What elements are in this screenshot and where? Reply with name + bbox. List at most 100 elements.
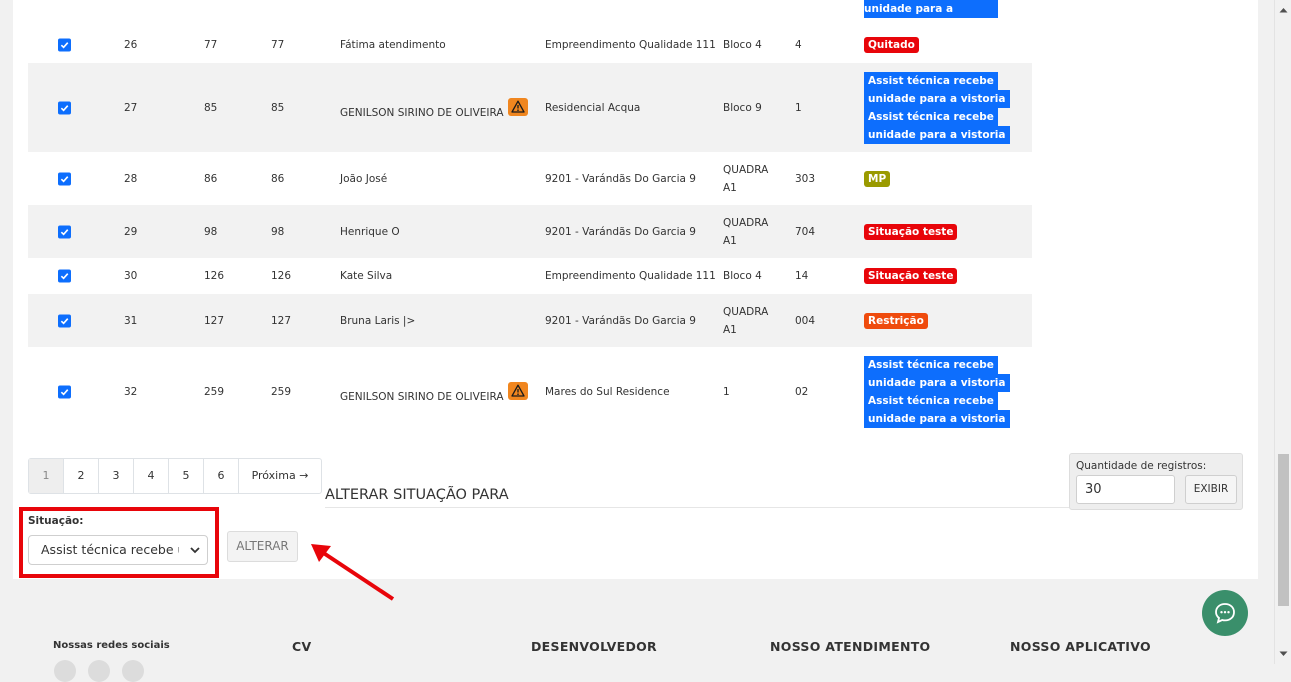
bloco-line: QUADRA	[723, 216, 769, 229]
status-badge-line: Assist técnica recebe	[864, 107, 998, 126]
cell-empreendimento: Mares do Sul Residence	[545, 385, 670, 398]
social-icon[interactable]	[54, 660, 76, 682]
cell-code-a: 86	[204, 172, 218, 185]
cell-bloco: 1	[723, 385, 730, 398]
cell-code-b: 86	[271, 172, 285, 185]
page-next-link[interactable]: Próxima →	[239, 459, 321, 493]
warning-icon[interactable]	[507, 382, 528, 400]
cell-code-b: 126	[271, 270, 292, 282]
warning-icon[interactable]	[507, 98, 528, 116]
cell-id: 27	[124, 101, 138, 114]
cell-empreendimento: Residencial Acqua	[545, 101, 641, 114]
page-link-3[interactable]: 3	[99, 459, 134, 493]
cell-bloco: Bloco 4	[723, 39, 762, 51]
cell-client-name: Bruna Laris |>	[340, 314, 416, 327]
records-per-page-box: Quantidade de registros: 30 EXIBIR	[1069, 453, 1243, 510]
status-badge-line: unidade para a vistoria	[864, 89, 1010, 108]
table-row: 28 86 86 João José 9201 - Varándãs Do Ga…	[28, 152, 1032, 205]
cell-empreendimento: Empreendimento Qualidade 111	[545, 39, 716, 51]
page-link-6[interactable]: 6	[204, 459, 239, 493]
chat-icon[interactable]	[1202, 590, 1248, 636]
client-name-text: GENILSON SIRINO DE OLIVEIRA	[340, 391, 504, 403]
footer-dev-heading: DESENVOLVEDOR	[531, 639, 657, 654]
vertical-scrollbar[interactable]	[1274, 0, 1291, 664]
situacao-select[interactable]: Assist técnica recebe unidade para a vis…	[28, 535, 208, 565]
client-name-text: GENILSON SIRINO DE OLIVEIRA	[340, 107, 504, 119]
cell-unidade: 004	[795, 314, 816, 327]
status-badge-line: unidade para a vistoria	[864, 125, 1010, 144]
cell-code-b: 98	[271, 225, 285, 238]
row-checkbox[interactable]	[58, 225, 71, 238]
cell-code-b: 77	[271, 39, 285, 51]
row-checkbox[interactable]	[58, 101, 71, 114]
chevron-down-icon	[190, 547, 200, 554]
cell-code-a: 259	[204, 385, 225, 398]
cell-client-name: GENILSON SIRINO DE OLIVEIRA	[340, 98, 528, 119]
status-badge: MP	[864, 170, 891, 187]
row-checkbox[interactable]	[58, 385, 71, 398]
cell-unidade: 303	[795, 172, 816, 185]
page-link-2[interactable]: 2	[64, 459, 99, 493]
row-checkbox[interactable]	[58, 269, 71, 283]
status-badge-stack: Assist técnica recebe unidade para a vis…	[864, 355, 1010, 428]
cell-unidade: 4	[795, 39, 802, 51]
red-arrow-annotation	[311, 544, 395, 601]
cell-client-name: João José	[340, 172, 388, 185]
status-badge-line: unidade para a vistoria	[864, 373, 1010, 392]
cell-id: 29	[124, 225, 138, 238]
cell-code-b: 127	[271, 314, 292, 327]
section-title: ALTERAR SITUAÇÃO PARA	[325, 487, 509, 503]
status-badge-partial: unidade para a vistoria	[864, 0, 998, 33]
cell-bloco: QUADRA A1	[723, 214, 768, 250]
cell-id: 30	[124, 270, 138, 282]
table-row: 26 77 77 Fátima atendimento Empreendimen…	[28, 27, 1032, 63]
status-badge: Restrição	[864, 312, 928, 329]
cell-empreendimento: 9201 - Varándãs Do Garcia 9	[545, 314, 696, 327]
bloco-line: A1	[723, 181, 737, 194]
cell-code-a: 77	[204, 39, 218, 51]
row-checkbox[interactable]	[58, 38, 71, 52]
table-row: 27 85 85 GENILSON SIRINO DE OLIVEIRA Res…	[28, 63, 1032, 152]
cell-client-name: Kate Silva	[340, 270, 393, 282]
status-badge-line: unidade para a vistoria	[864, 409, 1010, 428]
status-badge: Situação teste	[864, 223, 958, 240]
footer-app-heading: NOSSO APLICATIVO	[1010, 639, 1151, 654]
cell-code-b: 259	[271, 385, 292, 398]
page-link-4[interactable]: 4	[134, 459, 169, 493]
cell-empreendimento: 9201 - Varándãs Do Garcia 9	[545, 172, 696, 185]
situacao-label: Situação:	[28, 515, 84, 527]
status-badge-line: Assist técnica recebe	[864, 71, 998, 90]
divider	[325, 507, 1070, 508]
scrollbar-thumb[interactable]	[1278, 454, 1289, 606]
social-icon[interactable]	[122, 660, 144, 682]
cell-bloco: Bloco 9	[723, 101, 762, 114]
status-badge: Situação teste	[864, 268, 958, 284]
cell-id: 31	[124, 314, 138, 327]
alterar-button[interactable]: ALTERAR	[227, 531, 298, 562]
records-label: Quantidade de registros:	[1076, 460, 1207, 472]
records-input[interactable]: 30	[1076, 475, 1175, 504]
row-checkbox[interactable]	[58, 172, 71, 185]
situacao-selected-value: Assist técnica recebe unidade para a vis…	[41, 542, 179, 557]
page-link-5[interactable]: 5	[169, 459, 204, 493]
page-link-1[interactable]: 1	[29, 459, 64, 493]
cell-id: 28	[124, 172, 138, 185]
scroll-down-arrow-icon[interactable]	[1279, 651, 1288, 657]
cell-client-name: GENILSON SIRINO DE OLIVEIRA	[340, 382, 528, 403]
cell-empreendimento: Empreendimento Qualidade 111	[545, 270, 716, 282]
footer-social-heading: Nossas redes sociais	[53, 640, 170, 651]
cell-bloco: QUADRA A1	[723, 303, 768, 339]
social-icon[interactable]	[88, 660, 110, 682]
table-row: 32 259 259 GENILSON SIRINO DE OLIVEIRA M…	[28, 347, 1032, 436]
bloco-line: QUADRA	[723, 305, 769, 318]
footer-atendimento-heading: NOSSO ATENDIMENTO	[770, 639, 931, 654]
exibir-button[interactable]: EXIBIR	[1185, 475, 1237, 504]
cell-id: 26	[124, 39, 138, 51]
cell-unidade: 1	[795, 101, 802, 114]
scroll-up-arrow-icon[interactable]	[1279, 7, 1288, 13]
pagination: 1 2 3 4 5 6 Próxima →	[28, 458, 322, 494]
cell-code-b: 85	[271, 101, 285, 114]
cell-unidade: 14	[795, 270, 809, 282]
row-checkbox[interactable]	[58, 314, 71, 327]
table-row: 29 98 98 Henrique O 9201 - Varándãs Do G…	[28, 205, 1032, 258]
